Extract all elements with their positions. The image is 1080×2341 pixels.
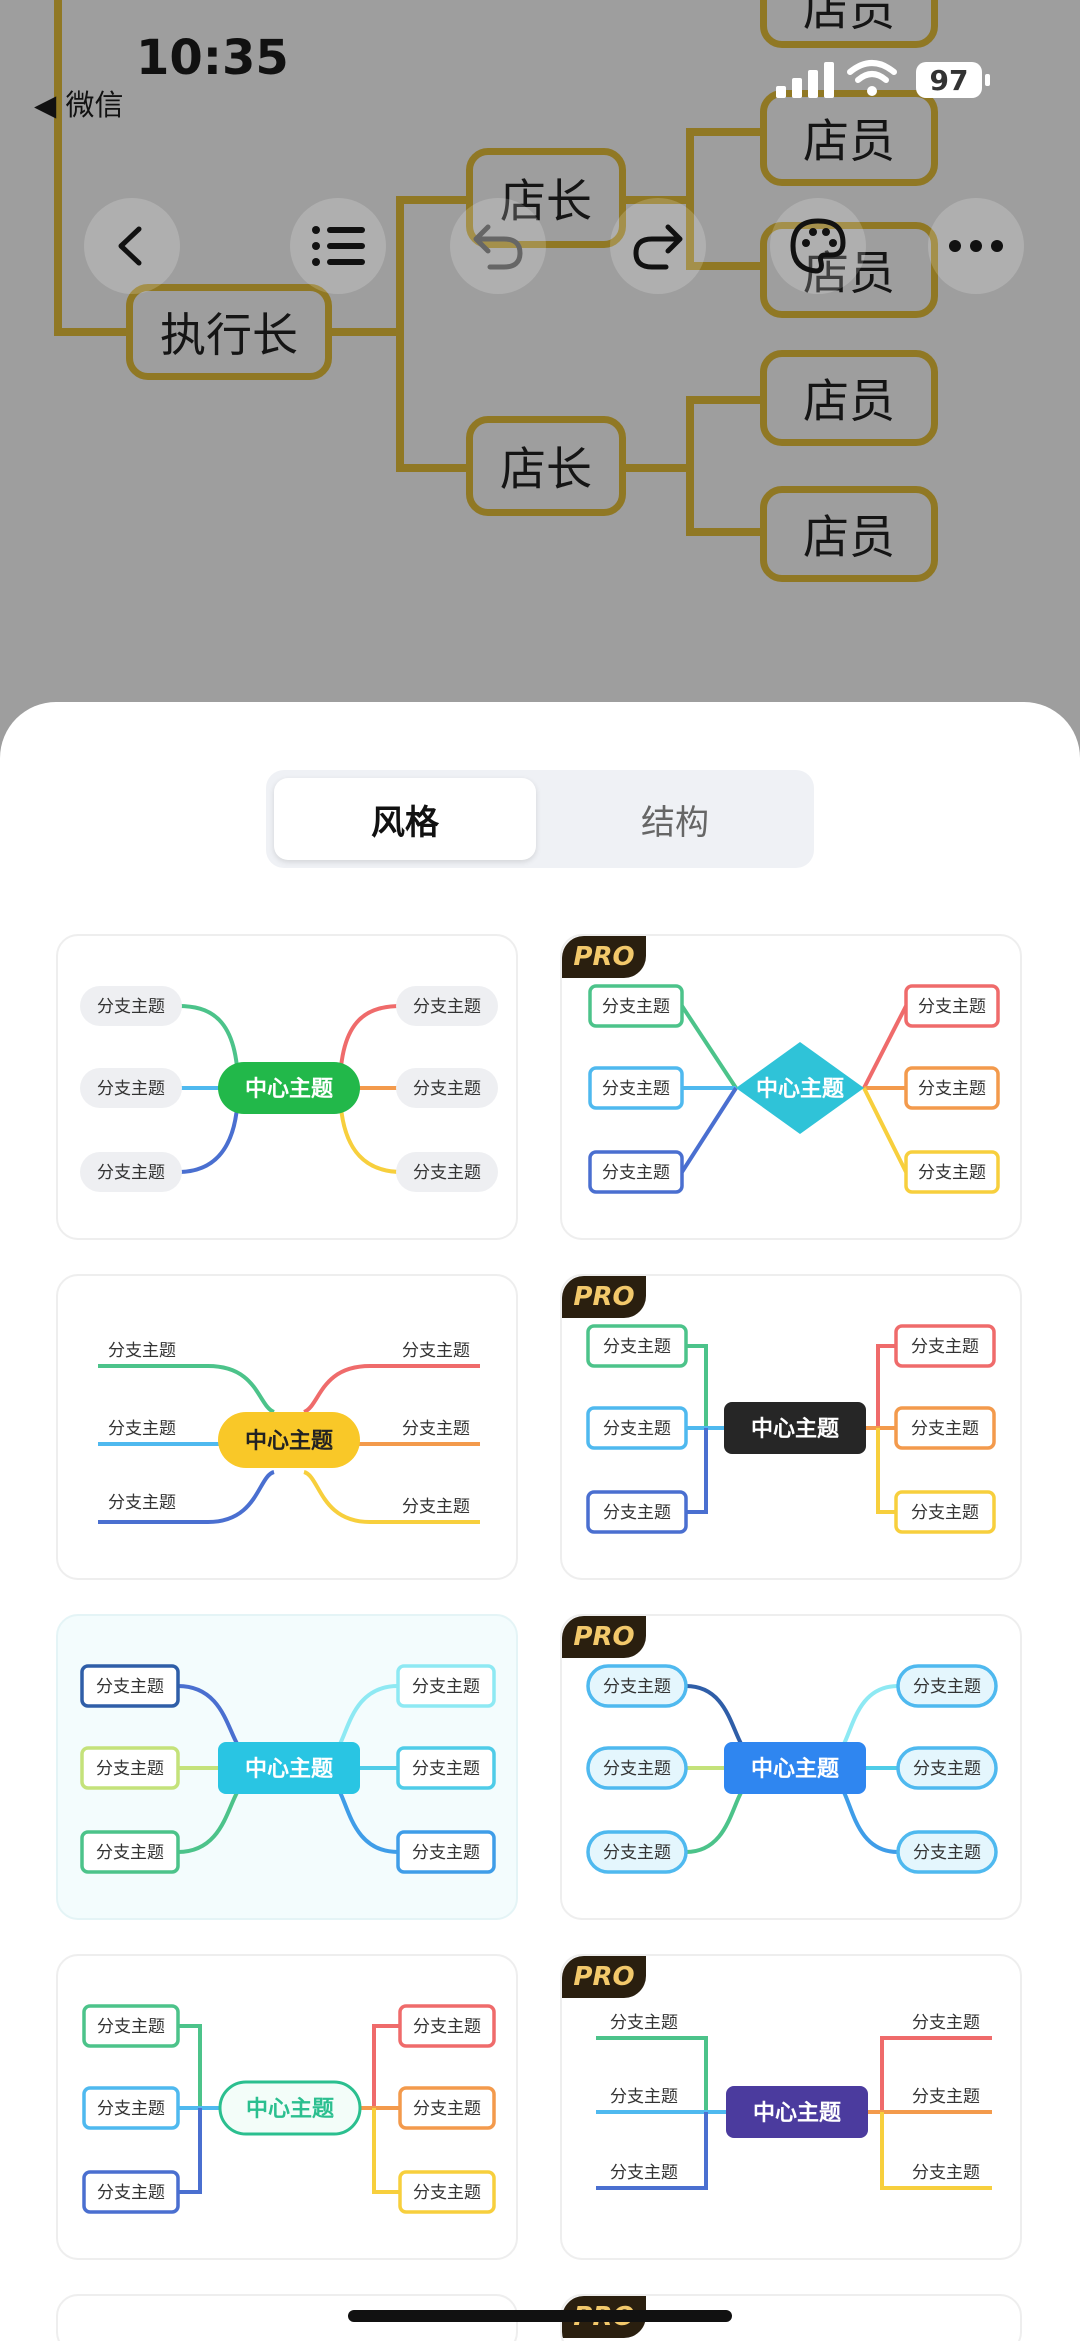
svg-text:中心主题: 中心主题	[245, 1077, 334, 1102]
redo-icon	[633, 224, 683, 270]
pro-badge: PRO	[562, 1956, 646, 1998]
svg-text:分支主题: 分支主题	[402, 1341, 470, 1361]
style-card-2[interactable]: 分支主题 分支主题 分支主题 分支主题 分支主题 分支主题 中心主题 PRO	[560, 934, 1022, 1240]
svg-text:分支主题: 分支主题	[413, 997, 481, 1017]
svg-text:中心主题: 中心主题	[245, 1757, 334, 1782]
more-icon	[949, 240, 1003, 252]
redo-button[interactable]	[610, 198, 706, 294]
svg-text:分支主题: 分支主题	[412, 1759, 480, 1779]
svg-text:分支主题: 分支主题	[402, 1497, 470, 1517]
outline-button[interactable]	[290, 198, 386, 294]
svg-text:分支主题: 分支主题	[603, 1419, 671, 1439]
chevron-left-icon	[118, 226, 142, 266]
svg-text:分支主题: 分支主题	[412, 1843, 480, 1863]
svg-text:分支主题: 分支主题	[913, 1843, 981, 1863]
svg-text:分支主题: 分支主题	[97, 2183, 165, 2203]
pro-badge: PRO	[562, 1616, 646, 1658]
style-card-5[interactable]: 分支主题 分支主题 分支主题 分支主题 分支主题 分支主题 中心主题	[56, 1614, 518, 1920]
svg-text:分支主题: 分支主题	[911, 1337, 979, 1357]
more-button[interactable]	[928, 198, 1024, 294]
list-icon	[312, 226, 365, 266]
svg-text:分支主题: 分支主题	[913, 1677, 981, 1697]
svg-text:中心主题: 中心主题	[751, 1757, 840, 1782]
svg-text:分支主题: 分支主题	[96, 1677, 164, 1697]
status-time: 10:35	[136, 30, 289, 86]
svg-text:分支主题: 分支主题	[603, 1337, 671, 1357]
svg-text:分支主题: 分支主题	[96, 1843, 164, 1863]
style-structure-tabs: 风格 结构	[266, 770, 814, 868]
tab-style[interactable]: 风格	[274, 778, 536, 860]
svg-text:分支主题: 分支主题	[97, 997, 165, 1017]
svg-text:分支主题: 分支主题	[602, 1163, 670, 1183]
svg-text:分支主题: 分支主题	[610, 2013, 678, 2033]
svg-text:分支主题: 分支主题	[911, 1503, 979, 1523]
svg-text:中心主题: 中心主题	[756, 1077, 845, 1102]
svg-text:分支主题: 分支主题	[97, 1163, 165, 1183]
svg-text:中心主题: 中心主题	[246, 2097, 335, 2122]
svg-text:中心主题: 中心主题	[753, 2101, 842, 2126]
svg-text:分支主题: 分支主题	[97, 1079, 165, 1099]
style-card-4[interactable]: 分支主题 分支主题 分支主题 分支主题 分支主题 分支主题 中心主题 PRO	[560, 1274, 1022, 1580]
tab-structure[interactable]: 结构	[544, 778, 806, 860]
svg-text:分支主题: 分支主题	[603, 1677, 671, 1697]
svg-text:中心主题: 中心主题	[751, 1417, 840, 1442]
svg-text:分支主题: 分支主题	[96, 1759, 164, 1779]
home-indicator[interactable]	[348, 2310, 732, 2322]
svg-text:分支主题: 分支主题	[412, 1677, 480, 1697]
svg-text:分支主题: 分支主题	[610, 2087, 678, 2107]
svg-text:分支主题: 分支主题	[911, 1419, 979, 1439]
dim-overlay[interactable]	[0, 0, 1080, 760]
svg-text:分支主题: 分支主题	[413, 1079, 481, 1099]
svg-text:分支主题: 分支主题	[603, 1759, 671, 1779]
svg-text:分支主题: 分支主题	[913, 1759, 981, 1779]
svg-text:分支主题: 分支主题	[413, 2183, 481, 2203]
svg-text:分支主题: 分支主题	[918, 997, 986, 1017]
undo-button[interactable]	[450, 198, 546, 294]
svg-text:分支主题: 分支主题	[402, 1419, 470, 1439]
svg-text:分支主题: 分支主题	[603, 1503, 671, 1523]
style-card-3[interactable]: 分支主题 分支主题 分支主题 分支主题 分支主题 分支主题 中心主题	[56, 1274, 518, 1580]
svg-text:分支主题: 分支主题	[918, 1163, 986, 1183]
wifi-icon	[847, 60, 897, 96]
svg-text:分支主题: 分支主题	[108, 1493, 176, 1513]
theme-button[interactable]	[770, 198, 866, 294]
svg-text:分支主题: 分支主题	[918, 1079, 986, 1099]
svg-text:分支主题: 分支主题	[912, 2013, 980, 2033]
palette-icon	[790, 218, 846, 274]
signal-icon	[776, 60, 834, 98]
battery-indicator: 97	[916, 62, 990, 98]
svg-text:分支主题: 分支主题	[413, 1163, 481, 1183]
svg-text:分支主题: 分支主题	[912, 2087, 980, 2107]
svg-text:分支主题: 分支主题	[413, 2017, 481, 2037]
background-mindmap: 店员 店员 店员 店员 店员 店长 店长 执行长	[0, 0, 1080, 760]
back-button[interactable]	[84, 198, 180, 294]
svg-text:分支主题: 分支主题	[610, 2163, 678, 2183]
pro-badge: PRO	[562, 1276, 646, 1318]
back-to-app-link[interactable]: ◀ 微信	[34, 82, 124, 124]
undo-icon	[473, 224, 523, 270]
style-card-6[interactable]: 分支主题 分支主题 分支主题 分支主题 分支主题 分支主题 中心主题 PRO	[560, 1614, 1022, 1920]
style-card-1[interactable]: 分支主题 分支主题 分支主题 分支主题 分支主题 分支主题 中心主题	[56, 934, 518, 1240]
svg-text:分支主题: 分支主题	[603, 1843, 671, 1863]
pro-badge: PRO	[562, 936, 646, 978]
svg-text:分支主题: 分支主题	[602, 1079, 670, 1099]
svg-text:分支主题: 分支主题	[413, 2099, 481, 2119]
svg-text:分支主题: 分支主题	[97, 2099, 165, 2119]
svg-text:分支主题: 分支主题	[108, 1419, 176, 1439]
style-card-7[interactable]: 分支主题 分支主题 分支主题 分支主题 分支主题 分支主题 中心主题	[56, 1954, 518, 2260]
svg-text:分支主题: 分支主题	[912, 2163, 980, 2183]
style-card-8[interactable]: 分支主题 分支主题 分支主题 分支主题 分支主题 分支主题 中心主题 PRO	[560, 1954, 1022, 2260]
svg-text:分支主题: 分支主题	[602, 997, 670, 1017]
svg-text:分支主题: 分支主题	[97, 2017, 165, 2037]
svg-text:中心主题: 中心主题	[245, 1429, 334, 1454]
svg-text:分支主题: 分支主题	[108, 1341, 176, 1361]
